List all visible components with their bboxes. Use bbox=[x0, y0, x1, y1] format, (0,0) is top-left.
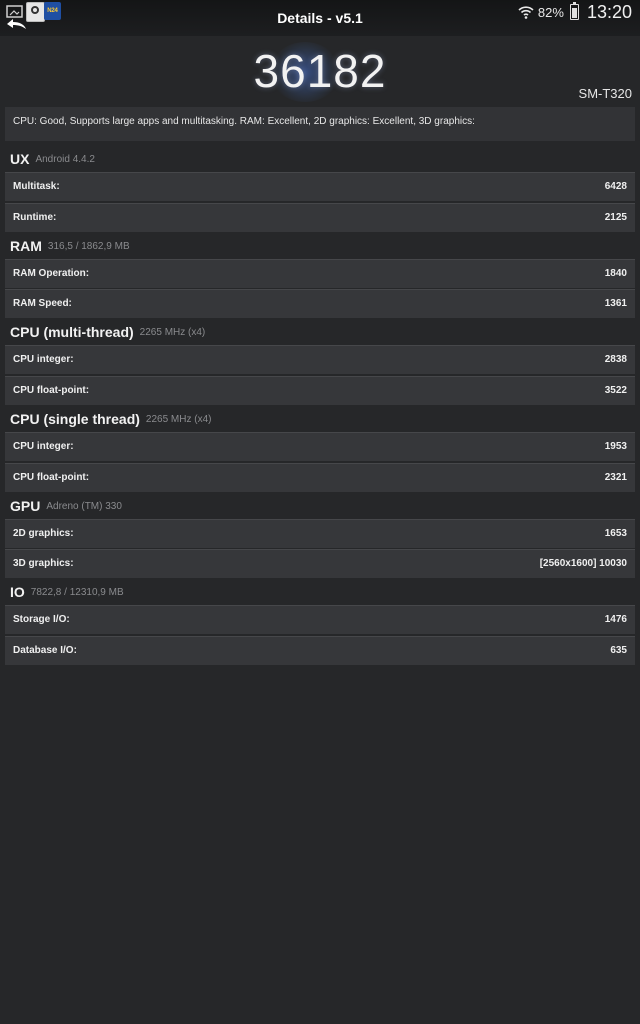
battery-icon bbox=[569, 2, 579, 20]
total-score: 36182 bbox=[253, 45, 387, 97]
score-header: 36182 SM-T320 bbox=[0, 36, 640, 106]
row-label: CPU float-point: bbox=[13, 385, 90, 396]
section-subtitle: 7822,8 / 12310,9 MB bbox=[30, 586, 124, 598]
result-row-ram-speed[interactable]: RAM Speed: 1361 bbox=[5, 289, 635, 318]
row-value: 3522 bbox=[604, 385, 627, 396]
row-value: [2560x1600] 10030 bbox=[539, 558, 627, 569]
row-label: RAM Operation: bbox=[13, 268, 90, 279]
summary-text: CPU: Good, Supports large apps and multi… bbox=[5, 107, 635, 141]
result-row-multitask[interactable]: Multitask: 6428 bbox=[5, 172, 635, 201]
result-row-3d-graphics[interactable]: 3D graphics: [2560x1600] 10030 bbox=[5, 549, 635, 578]
row-value: 1840 bbox=[604, 268, 627, 279]
result-row-cpu-integer-multi[interactable]: CPU integer: 2838 bbox=[5, 345, 635, 374]
row-label: CPU integer: bbox=[13, 441, 74, 452]
clock: 13:20 bbox=[586, 1, 632, 22]
action-bar: N24 Details - v5.1 82% 13:20 bbox=[0, 0, 640, 36]
section-title: IO bbox=[10, 584, 25, 600]
result-row-database-io[interactable]: Database I/O: 635 bbox=[5, 636, 635, 665]
wifi-icon bbox=[518, 6, 534, 19]
section-ux: UX Android 4.4.2 bbox=[10, 146, 95, 172]
row-label: Multitask: bbox=[13, 181, 60, 192]
row-value: 1653 bbox=[604, 528, 627, 539]
row-label: Database I/O: bbox=[13, 645, 77, 656]
section-title: CPU (multi-thread) bbox=[10, 324, 134, 340]
section-cpu-multi: CPU (multi-thread) 2265 MHz (x4) bbox=[10, 319, 205, 345]
row-label: Storage I/O: bbox=[13, 614, 70, 625]
section-title: GPU bbox=[10, 498, 41, 514]
device-model: SM-T320 bbox=[578, 86, 632, 101]
section-gpu: GPU Adreno (TM) 330 bbox=[10, 493, 122, 519]
section-subtitle: 2265 MHz (x4) bbox=[139, 326, 206, 338]
section-title: CPU (single thread) bbox=[10, 411, 140, 427]
section-cpu-single: CPU (single thread) 2265 MHz (x4) bbox=[10, 406, 211, 432]
row-label: CPU float-point: bbox=[13, 472, 90, 483]
row-value: 1361 bbox=[604, 298, 627, 309]
row-value: 1476 bbox=[604, 614, 627, 625]
row-label: CPU integer: bbox=[13, 354, 74, 365]
row-label: RAM Speed: bbox=[13, 298, 72, 309]
result-row-cpu-float-single[interactable]: CPU float-point: 2321 bbox=[5, 463, 635, 492]
section-subtitle: Android 4.4.2 bbox=[35, 153, 95, 165]
result-row-cpu-float-multi[interactable]: CPU float-point: 3522 bbox=[5, 376, 635, 405]
status-bar: 82% 13:20 bbox=[518, 0, 632, 24]
section-io: IO 7822,8 / 12310,9 MB bbox=[10, 579, 124, 605]
section-title: UX bbox=[10, 151, 30, 167]
row-value: 635 bbox=[610, 645, 627, 656]
section-subtitle: 316,5 / 1862,9 MB bbox=[47, 240, 130, 252]
row-value: 2838 bbox=[604, 354, 627, 365]
section-ram: RAM 316,5 / 1862,9 MB bbox=[10, 233, 130, 259]
row-value: 1953 bbox=[604, 441, 627, 452]
result-row-runtime[interactable]: Runtime: 2125 bbox=[5, 203, 635, 232]
result-row-storage-io[interactable]: Storage I/O: 1476 bbox=[5, 605, 635, 634]
section-title: RAM bbox=[10, 238, 42, 254]
battery-percent: 82% bbox=[537, 4, 564, 20]
row-label: Runtime: bbox=[13, 212, 57, 223]
details-screen: N24 Details - v5.1 82% 13:20 36182 SM-T3… bbox=[0, 0, 640, 1024]
row-label: 2D graphics: bbox=[13, 528, 74, 539]
result-row-cpu-integer-single[interactable]: CPU integer: 1953 bbox=[5, 432, 635, 461]
row-label: 3D graphics: bbox=[13, 558, 74, 569]
row-value: 2321 bbox=[604, 472, 627, 483]
row-value: 6428 bbox=[604, 181, 627, 192]
section-subtitle: 2265 MHz (x4) bbox=[145, 413, 212, 425]
result-row-2d-graphics[interactable]: 2D graphics: 1653 bbox=[5, 519, 635, 548]
row-value: 2125 bbox=[604, 212, 627, 223]
result-row-ram-operation[interactable]: RAM Operation: 1840 bbox=[5, 259, 635, 288]
section-subtitle: Adreno (TM) 330 bbox=[46, 500, 122, 512]
